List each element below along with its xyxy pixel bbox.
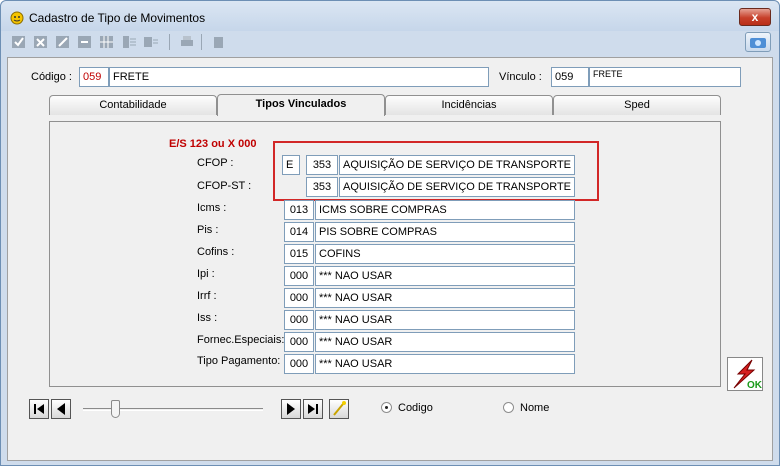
ok-button[interactable]: OK (727, 357, 763, 391)
fornec-especiais-desc-field[interactable]: *** NAO USAR (315, 332, 575, 352)
close-button[interactable]: x (739, 8, 771, 26)
search-button[interactable] (329, 399, 349, 419)
ipi-label: Ipi : (197, 268, 215, 280)
app-icon (10, 11, 24, 25)
main-window: Cadastro de Tipo de Movimentos x Código … (0, 0, 780, 466)
fornec-especiais-code-field[interactable]: 000 (284, 332, 314, 352)
cofins-code-field[interactable]: 015 (284, 244, 314, 264)
tab-tipos-vinculados[interactable]: Tipos Vinculados (217, 94, 385, 116)
codigo-label: Código : (31, 71, 72, 83)
next-record-button[interactable] (281, 399, 301, 419)
ipi-code-field[interactable]: 000 (284, 266, 314, 286)
delete-icon[interactable] (77, 34, 93, 50)
camera-button[interactable] (745, 32, 771, 52)
pis-code-field[interactable]: 014 (284, 222, 314, 242)
last-record-button[interactable] (303, 399, 323, 419)
irrf-label: Irrf : (197, 290, 217, 302)
first-icon (34, 404, 44, 414)
previous-icon (57, 403, 65, 415)
record-slider-track[interactable] (83, 408, 263, 411)
radio-nome-label: Nome (520, 402, 550, 414)
vinculo-label: Vínculo : (499, 71, 542, 83)
cofins-label: Cofins : (197, 246, 235, 258)
pis-label: Pis : (197, 224, 219, 236)
icms-label: Icms : (197, 202, 227, 214)
tipo-pagamento-code-field[interactable]: 000 (284, 354, 314, 374)
print-icon[interactable] (179, 34, 195, 50)
previous-record-button[interactable] (51, 399, 71, 419)
camera-icon (750, 38, 766, 48)
tipo-pagamento-label: Tipo Pagamento: (197, 355, 281, 367)
tipo-pagamento-desc-field[interactable]: *** NAO USAR (315, 354, 575, 374)
check-icon[interactable] (11, 34, 27, 50)
title-bar: Cadastro de Tipo de Movimentos x (1, 1, 779, 31)
lightning-ok-icon: OK (733, 359, 763, 391)
svg-text:OK: OK (747, 380, 762, 390)
next-icon (287, 403, 295, 415)
grid-icon[interactable] (99, 34, 115, 50)
export-icon[interactable] (211, 34, 227, 50)
toolbar (5, 32, 777, 54)
iss-label: Iss : (197, 312, 218, 324)
radio-codigo[interactable] (381, 402, 392, 413)
iss-desc-field[interactable]: *** NAO USAR (315, 310, 575, 330)
vinculo-desc-field[interactable]: FRETE (589, 67, 741, 87)
cancel-icon[interactable] (33, 34, 49, 50)
tab-contabilidade[interactable]: Contabilidade (49, 95, 217, 115)
window-title: Cadastro de Tipo de Movimentos (29, 11, 206, 25)
edit-icon[interactable] (55, 34, 71, 50)
tab-incidencias[interactable]: Incidências (385, 95, 553, 115)
cfop-label: CFOP : (197, 157, 234, 169)
ipi-desc-field[interactable]: *** NAO USAR (315, 266, 575, 286)
highlight-box (273, 141, 599, 201)
vinculo-input[interactable]: 059 (551, 67, 589, 87)
fornec-especiais-label: Fornec.Especiais: (197, 334, 285, 346)
pis-desc-field[interactable]: PIS SOBRE COMPRAS (315, 222, 575, 242)
last-icon (308, 404, 318, 414)
irrf-desc-field[interactable]: *** NAO USAR (315, 288, 575, 308)
codigo-desc-field[interactable]: FRETE (109, 67, 489, 87)
iss-code-field[interactable]: 000 (284, 310, 314, 330)
codigo-input[interactable]: 059 (79, 67, 109, 87)
irrf-code-field[interactable]: 000 (284, 288, 314, 308)
cofins-desc-field[interactable]: COFINS (315, 244, 575, 264)
first-record-button[interactable] (29, 399, 49, 419)
tab-sped[interactable]: Sped (553, 95, 721, 115)
list-detail-icon[interactable] (143, 34, 159, 50)
icms-desc-field[interactable]: ICMS SOBRE COMPRAS (315, 200, 575, 220)
es-legend: E/S 123 ou X 000 (169, 138, 257, 150)
list-icon[interactable] (121, 34, 137, 50)
wand-icon (333, 401, 346, 416)
radio-codigo-label: Codigo (398, 402, 433, 414)
record-slider-thumb[interactable] (111, 400, 120, 418)
icms-code-field[interactable]: 013 (284, 200, 314, 220)
cfop-st-label: CFOP-ST : (197, 180, 252, 192)
radio-nome[interactable] (503, 402, 514, 413)
